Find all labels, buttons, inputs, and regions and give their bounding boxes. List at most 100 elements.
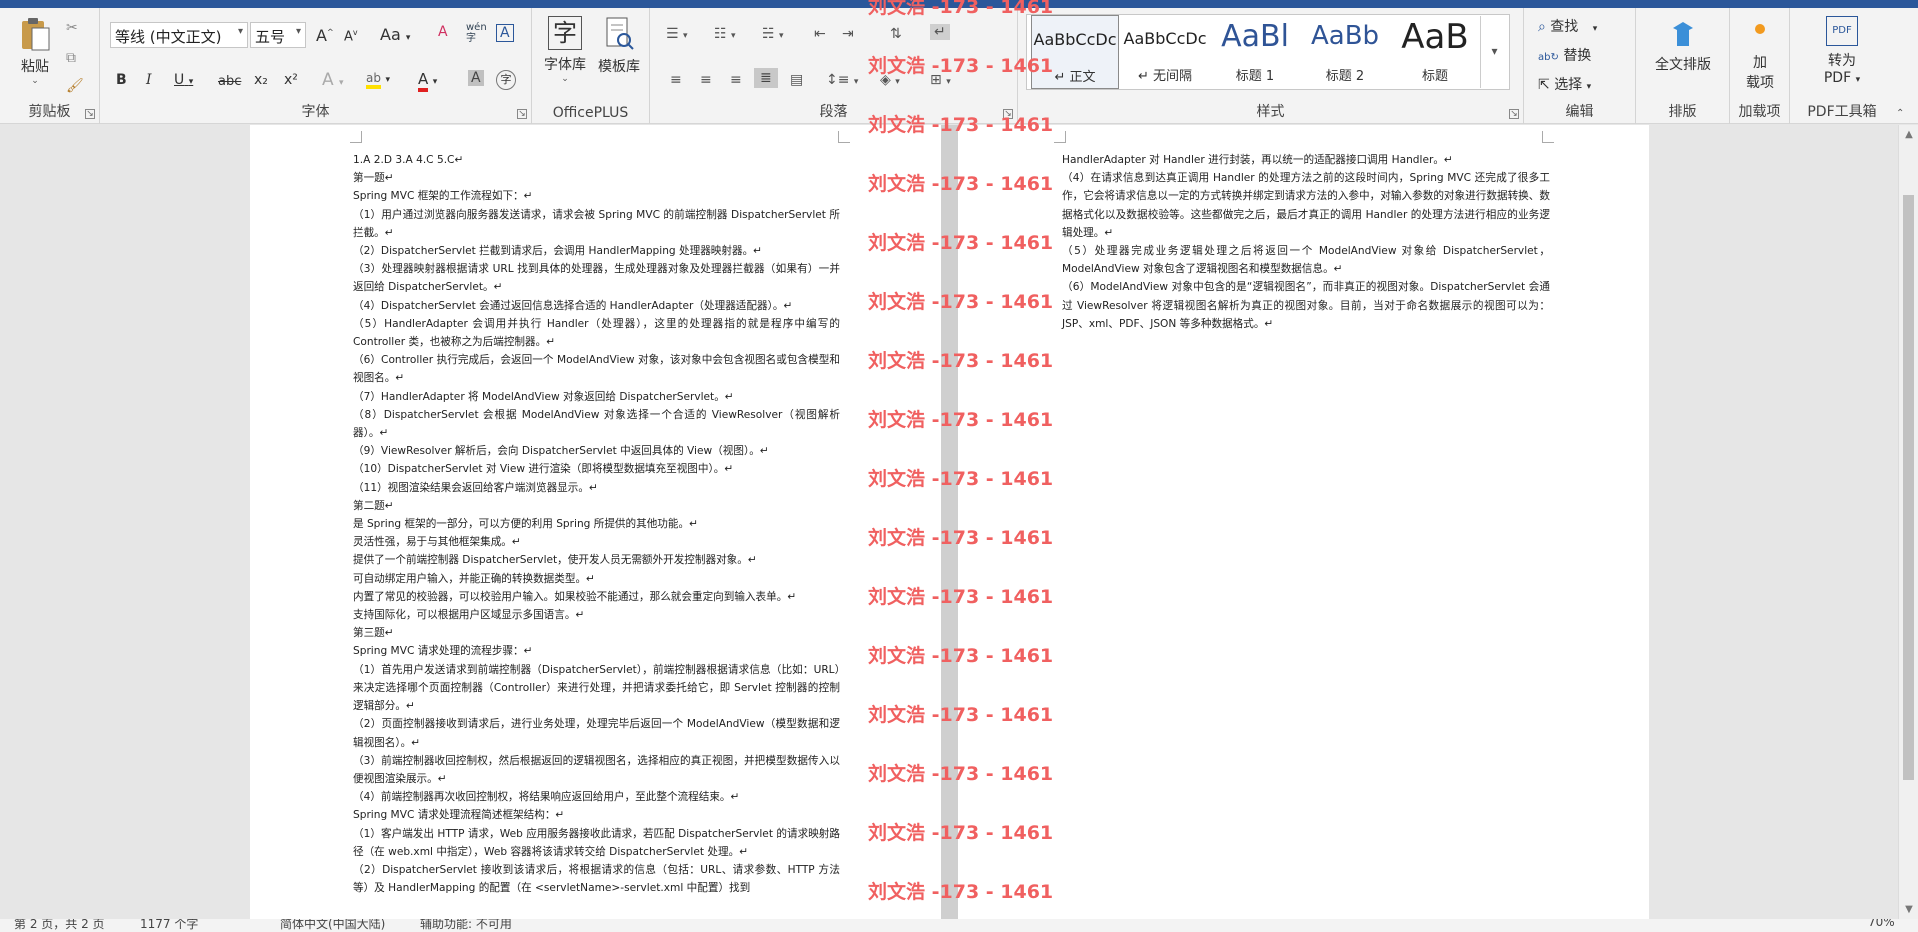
replace-button[interactable]: ab↻ 替换 xyxy=(1538,45,1591,65)
document-paragraph[interactable]: （4）DispatcherServlet 会通过返回信息选择合适的 Handle… xyxy=(353,297,840,315)
document-paragraph[interactable]: （8）DispatcherServlet 会根据 ModelAndView 对象… xyxy=(353,406,840,442)
document-paragraph[interactable]: HandlerAdapter 对 Handler 进行封装，再以统一的适配器接口… xyxy=(1062,151,1550,169)
addin-button[interactable]: 加 载项 xyxy=(1734,24,1786,92)
style-no-spacing[interactable]: AaBbCcDc ↵ 无间隔 xyxy=(1121,15,1209,89)
styles-launcher-icon[interactable]: ↘ xyxy=(1509,109,1519,119)
document-paragraph[interactable]: Spring MVC 请求处理的流程步骤：↵ xyxy=(353,642,840,660)
document-paragraph[interactable]: 第三题↵ xyxy=(353,624,840,642)
decrease-indent-button[interactable]: ⇤ xyxy=(814,26,826,42)
highlight-button[interactable]: ab ▾ xyxy=(366,70,390,89)
document-paragraph[interactable]: Spring MVC 请求处理流程简述框架结构：↵ xyxy=(353,806,840,824)
justify-button[interactable]: ≣ xyxy=(754,68,778,88)
subscript-button[interactable]: x₂ xyxy=(254,72,268,88)
collapse-ribbon-icon[interactable]: ⌃ xyxy=(1896,108,1904,119)
enclose-characters-button[interactable]: 字 xyxy=(496,70,516,90)
document-paragraph[interactable]: （2）DispatcherServlet 接收到该请求后，将根据请求的信息（包括… xyxy=(353,861,840,897)
align-left-button[interactable]: ≡ xyxy=(670,72,682,88)
document-paragraph[interactable]: （7）HandlerAdapter 将 ModelAndView 对象返回给 D… xyxy=(353,388,840,406)
format-painter-icon[interactable]: 🖌 xyxy=(66,78,84,94)
style-title[interactable]: AaB 标题 xyxy=(1391,15,1479,89)
document-paragraph[interactable]: 1.A 2.D 3.A 4.C 5.C↵ xyxy=(353,151,840,169)
document-paragraph[interactable]: 第二题↵ xyxy=(353,497,840,515)
find-button[interactable]: ⌕ 查找 ▾ xyxy=(1538,16,1597,36)
multilevel-list-button[interactable]: ☵ ▾ xyxy=(762,26,784,42)
clipboard-launcher-icon[interactable]: ↘ xyxy=(85,109,95,119)
increase-indent-button[interactable]: ⇥ xyxy=(842,26,854,42)
scroll-down-icon[interactable]: ▼ xyxy=(1899,904,1918,915)
scrollbar-thumb[interactable] xyxy=(1903,195,1914,780)
document-paragraph[interactable]: （3）处理器映射器根据请求 URL 找到具体的处理器，生成处理器对象及处理器拦截… xyxy=(353,260,840,296)
document-paragraph[interactable]: （4）前端控制器再次收回控制权，将结果响应返回给用户，至此整个流程结束。↵ xyxy=(353,788,840,806)
shrink-font-button[interactable]: Av xyxy=(344,28,358,44)
document-paragraph[interactable]: （9）ViewResolver 解析后，会向 DispatcherServlet… xyxy=(353,442,840,460)
font-library-button[interactable]: 字 字体库 ⌄ xyxy=(540,16,590,84)
italic-button[interactable]: I xyxy=(146,72,152,88)
vertical-scrollbar[interactable]: ▲ ▼ xyxy=(1898,125,1918,919)
character-border-button[interactable]: A xyxy=(496,24,514,42)
document-paragraph[interactable]: （2）页面控制器接收到请求后，进行业务处理，处理完毕后返回一个 ModelAnd… xyxy=(353,715,840,751)
bold-button[interactable]: B xyxy=(116,72,127,88)
styles-more-button[interactable]: ▾ xyxy=(1480,16,1508,88)
document-paragraph[interactable]: （2）DispatcherServlet 拦截到请求后，会调用 HandlerM… xyxy=(353,242,840,260)
paste-dropdown-icon[interactable]: ⌄ xyxy=(12,76,58,86)
change-case-button[interactable]: Aa ▾ xyxy=(380,25,410,44)
convert-to-pdf-button[interactable]: PDF 转为 PDF ▾ xyxy=(1810,16,1874,86)
style-heading-1[interactable]: AaBl 标题 1 xyxy=(1211,15,1299,89)
paste-button[interactable]: 粘贴 ⌄ xyxy=(12,16,58,86)
text-effects-button[interactable]: A ▾ xyxy=(322,70,344,90)
document-paragraph[interactable]: （4）在请求信息到达真正调用 Handler 的处理方法之前的这段时间内，Spr… xyxy=(1062,169,1550,242)
sort-button[interactable]: ⇅ xyxy=(890,26,902,42)
document-paragraph[interactable]: （5）处理器完成业务逻辑处理之后将返回一个 ModelAndView 对象给 D… xyxy=(1062,242,1550,278)
scroll-up-icon[interactable]: ▲ xyxy=(1899,129,1918,140)
font-launcher-icon[interactable]: ↘ xyxy=(517,109,527,119)
superscript-button[interactable]: x² xyxy=(284,72,298,88)
document-paragraph[interactable]: （3）前端控制器收回控制权，然后根据返回的逻辑视图名，选择相应的真正视图，并把模… xyxy=(353,752,840,788)
align-right-button[interactable]: ≡ xyxy=(730,72,742,88)
clear-format-button[interactable]: A xyxy=(438,24,448,40)
right-page-text[interactable]: HandlerAdapter 对 Handler 进行封装，再以统一的适配器接口… xyxy=(1062,151,1550,333)
template-library-button[interactable]: 模板库 xyxy=(594,16,644,76)
document-paragraph[interactable]: （5）HandlerAdapter 会调用并执行 Handler（处理器），这里… xyxy=(353,315,840,351)
document-paragraph[interactable]: 支持国际化，可以根据用户区域显示多国语言。↵ xyxy=(353,606,840,624)
numbering-button[interactable]: ☷ ▾ xyxy=(714,26,736,42)
full-layout-button[interactable]: 全文排版 xyxy=(1640,18,1726,74)
document-paragraph[interactable]: 提供了一个前端控制器 DispatcherServlet，使开发人员无需额外开发… xyxy=(353,551,840,569)
style-heading-2[interactable]: AaBb 标题 2 xyxy=(1301,15,1389,89)
status-word-count[interactable]: 1177 个字 xyxy=(140,919,198,932)
document-paragraph[interactable]: 内置了常见的校验器，可以校验用户输入。如果校验不能通过，那么就会重定向到输入表单… xyxy=(353,588,840,606)
font-color-button[interactable]: A ▾ xyxy=(418,70,437,92)
page-right[interactable]: HandlerAdapter 对 Handler 进行封装，再以统一的适配器接口… xyxy=(958,125,1649,919)
phonetic-guide-button[interactable]: wén 字 xyxy=(466,22,487,44)
align-center-button[interactable]: ≡ xyxy=(700,72,712,88)
status-page-info[interactable]: 第 2 页，共 2 页 xyxy=(14,919,105,932)
document-paragraph[interactable]: Spring MVC 框架的工作流程如下：↵ xyxy=(353,187,840,205)
document-paragraph[interactable]: 第一题↵ xyxy=(353,169,840,187)
document-paragraph[interactable]: （1）用户通过浏览器向服务器发送请求，请求会被 Spring MVC 的前端控制… xyxy=(353,206,840,242)
document-paragraph[interactable]: 灵活性强，易于与其他框架集成。↵ xyxy=(353,533,840,551)
show-marks-button[interactable]: ↵ xyxy=(930,24,950,40)
status-zoom[interactable]: 70% xyxy=(1868,919,1895,929)
font-size-combo[interactable]: 五号 ▾ xyxy=(250,22,306,48)
document-paragraph[interactable]: （11）视图渲染结果会返回给客户端浏览器显示。↵ xyxy=(353,479,840,497)
document-paragraph[interactable]: 是 Spring 框架的一部分，可以方便的利用 Spring 所提供的其他功能。… xyxy=(353,515,840,533)
select-button[interactable]: ⇱ 选择 ▾ xyxy=(1538,74,1591,94)
line-spacing-button[interactable]: ↕≡ ▾ xyxy=(826,72,858,88)
document-paragraph[interactable]: （1）首先用户发送请求到前端控制器（DispatcherServlet），前端控… xyxy=(353,661,840,716)
document-paragraph[interactable]: （1）客户端发出 HTTP 请求，Web 应用服务器接收此请求，若匹配 Disp… xyxy=(353,825,840,861)
copy-icon[interactable]: ⧉ xyxy=(66,50,76,66)
document-paragraph[interactable]: （6）ModelAndView 对象中包含的是“逻辑视图名”，而非真正的视图对象… xyxy=(1062,278,1550,333)
left-page-text[interactable]: 1.A 2.D 3.A 4.C 5.C↵ 第一题↵ Spring MVC 框架的工作… xyxy=(353,151,840,897)
grow-font-button[interactable]: A^ xyxy=(316,26,334,45)
underline-button[interactable]: U ▾ xyxy=(174,72,193,88)
character-shading-button[interactable]: A xyxy=(468,70,484,86)
status-accessibility[interactable]: 辅助功能: 不可用 xyxy=(420,919,512,932)
font-name-combo[interactable]: 等线 (中文正文) ▾ xyxy=(110,22,248,48)
cut-icon[interactable]: ✂ xyxy=(66,20,78,36)
status-language[interactable]: 简体中文(中国大陆) xyxy=(280,919,385,932)
bullets-button[interactable]: ☰ ▾ xyxy=(666,26,688,42)
page-left[interactable]: 1.A 2.D 3.A 4.C 5.C↵ 第一题↵ Spring MVC 框架的工作… xyxy=(250,125,941,919)
strikethrough-button[interactable]: abc xyxy=(218,74,241,89)
document-paragraph[interactable]: （6）Controller 执行完成后，会返回一个 ModelAndView 对… xyxy=(353,351,840,387)
document-paragraph[interactable]: （10）DispatcherServlet 对 View 进行渲染（即将模型数据… xyxy=(353,460,840,478)
distributed-button[interactable]: ▤ xyxy=(790,72,803,88)
